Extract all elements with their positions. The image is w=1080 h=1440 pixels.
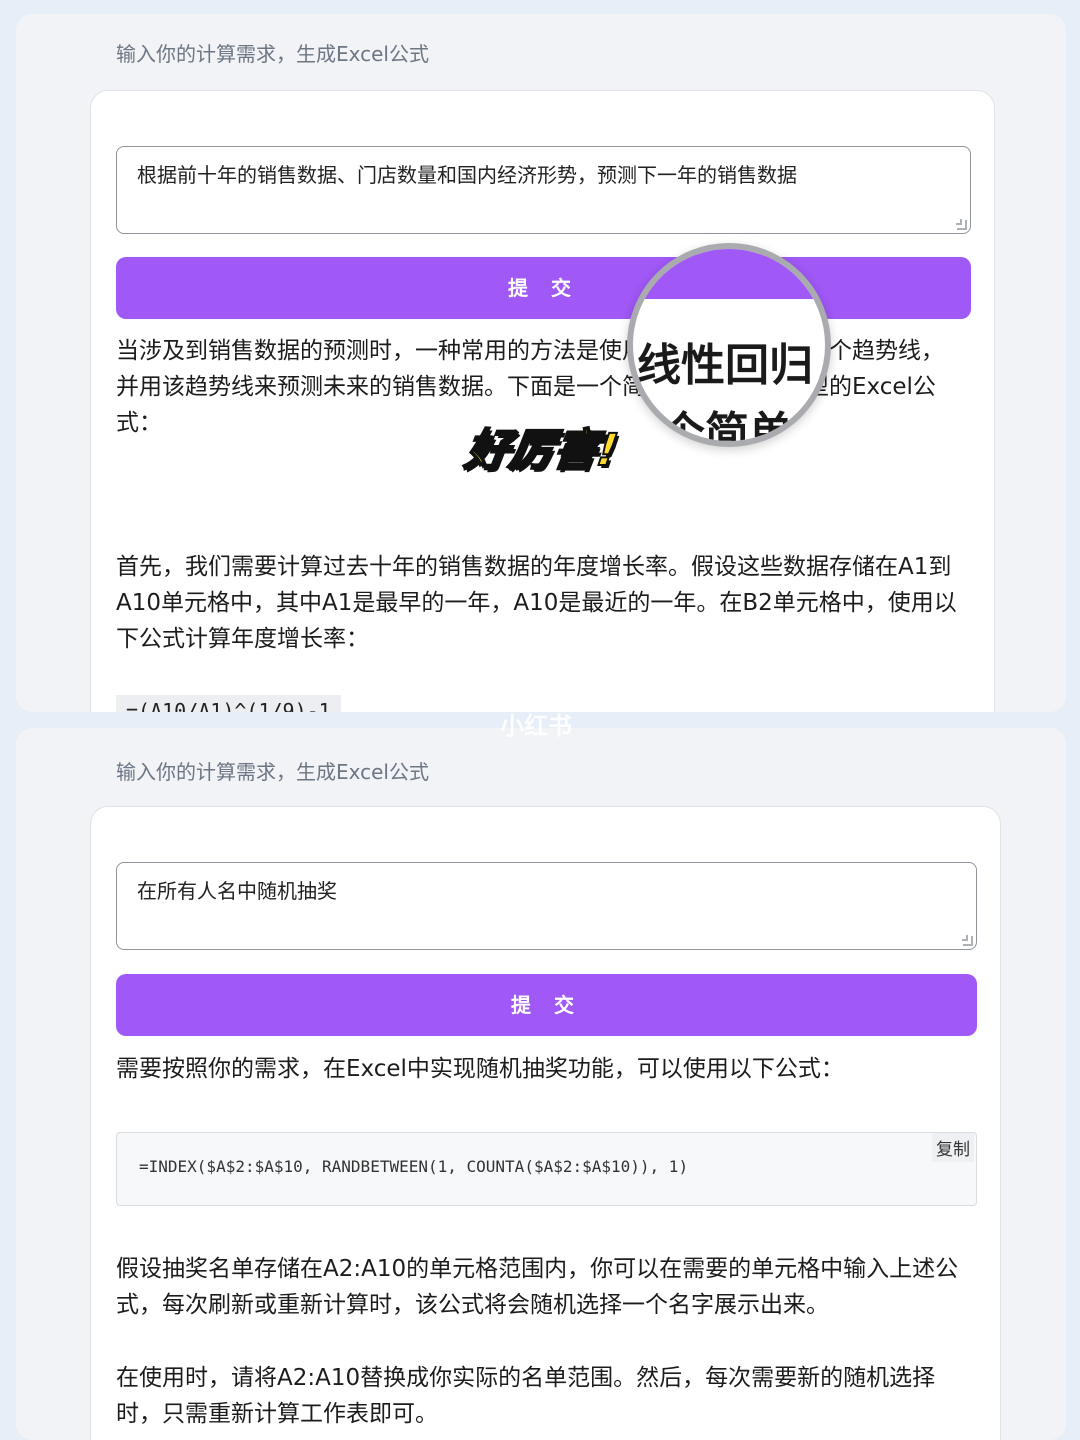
- magnified-text: 个简单的: [661, 408, 831, 447]
- code-text: =INDEX($A$2:$A$10, RANDBETWEEN(1, COUNTA…: [139, 1157, 689, 1176]
- magnifier-overlay: 线性回归 个简单的: [627, 243, 831, 447]
- answer-paragraph: 需要按照你的需求，在Excel中实现随机抽奖功能，可以使用以下公式：: [116, 1056, 844, 1082]
- sticker-text: 好厉害!: [461, 424, 622, 477]
- panel-title: 输入你的计算需求，生成Excel公式: [116, 42, 429, 66]
- code-block: 复制 =INDEX($A$2:$A$10, RANDBETWEEN(1, COU…: [116, 1132, 977, 1206]
- generator-card: 根据前十年的销售数据、门店数量和国内经济形势，预测下一年的销售数据 提 交 当涉…: [90, 90, 995, 712]
- code-snippet: =(A10/A1)^(1/9)-1: [116, 695, 341, 712]
- copy-button[interactable]: 复制: [932, 1133, 974, 1162]
- answer-paragraph: 在使用时，请将A2:A10替换成你实际的名单范围。然后，每次需要新的随机选择时，…: [116, 1365, 936, 1427]
- query-text: 根据前十年的销售数据、门店数量和国内经济形势，预测下一年的销售数据: [137, 163, 797, 187]
- resize-handle-icon[interactable]: [962, 935, 973, 946]
- watermark: 小红书: [500, 712, 572, 740]
- query-textarea[interactable]: 根据前十年的销售数据、门店数量和国内经济形势，预测下一年的销售数据: [116, 146, 971, 234]
- generator-card: 在所有人名中随机抽奖 提 交 需要按照你的需求，在Excel中实现随机抽奖功能，…: [90, 806, 1001, 1440]
- submit-button[interactable]: 提 交: [116, 257, 971, 319]
- answer-paragraph: 首先，我们需要计算过去十年的销售数据的年度增长率。假设这些数据存储在A1到A10…: [116, 554, 957, 652]
- submit-button[interactable]: 提 交: [116, 974, 977, 1036]
- formula-generator-panel-2: 输入你的计算需求，生成Excel公式 在所有人名中随机抽奖 提 交 需要按照你的…: [16, 728, 1066, 1440]
- panel-title: 输入你的计算需求，生成Excel公式: [116, 760, 429, 784]
- query-textarea[interactable]: 在所有人名中随机抽奖: [116, 862, 977, 950]
- magnified-text: 线性回归: [637, 340, 813, 391]
- magnified-button-band: [633, 249, 825, 299]
- query-text: 在所有人名中随机抽奖: [137, 879, 337, 903]
- resize-handle-icon[interactable]: [956, 219, 967, 230]
- answer-paragraph: 假设抽奖名单存储在A2:A10的单元格范围内，你可以在需要的单元格中输入上述公式…: [116, 1256, 959, 1318]
- formula-generator-panel-1: 输入你的计算需求，生成Excel公式 根据前十年的销售数据、门店数量和国内经济形…: [16, 14, 1066, 712]
